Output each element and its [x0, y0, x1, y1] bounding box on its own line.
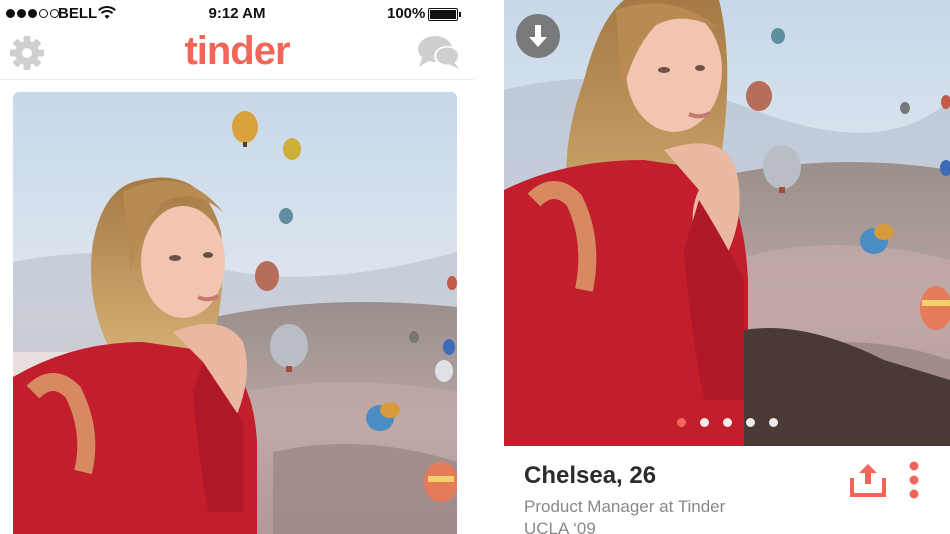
more-vertical-icon: [909, 461, 919, 499]
profile-photo-image: [504, 0, 950, 446]
photo-pager-dot[interactable]: [768, 418, 778, 427]
profile-job-title: Product Manager at Tinder: [524, 497, 726, 516]
photo-pager: [504, 418, 950, 427]
profile-school: UCLA ‘09: [524, 519, 596, 534]
profile-name-age: Chelsea, 26: [524, 462, 657, 489]
profile-photo-large[interactable]: [504, 0, 950, 446]
photo-pager-dot[interactable]: [722, 418, 732, 427]
arrow-down-icon: [529, 25, 547, 47]
photo-pager-dot[interactable]: [699, 418, 709, 427]
app-header: tinder: [0, 28, 474, 80]
photo-pager-dot[interactable]: [676, 418, 686, 427]
messages-button[interactable]: [416, 34, 462, 72]
battery-icon: [428, 8, 461, 21]
share-icon: [850, 464, 886, 497]
status-bar: BELL 9:12 AM 100%: [0, 0, 474, 28]
close-profile-button[interactable]: [516, 14, 560, 58]
profile-info: Chelsea, 26 Product Manager at Tinder UC…: [504, 446, 950, 534]
chat-bubbles-icon: [418, 36, 460, 69]
profile-card[interactable]: [13, 92, 457, 534]
profile-detail-screen: Chelsea, 26 Product Manager at Tinder UC…: [504, 0, 950, 534]
more-options-button[interactable]: [900, 460, 928, 500]
battery-percentage: 100%: [387, 5, 426, 22]
discovery-screen: BELL 9:12 AM 100% tinder: [0, 0, 474, 534]
photo-pager-dot[interactable]: [745, 418, 755, 427]
panel-divider: [474, 0, 504, 534]
share-button[interactable]: [848, 462, 888, 498]
tinder-logo[interactable]: tinder: [0, 29, 474, 74]
profile-photo: [13, 92, 457, 534]
